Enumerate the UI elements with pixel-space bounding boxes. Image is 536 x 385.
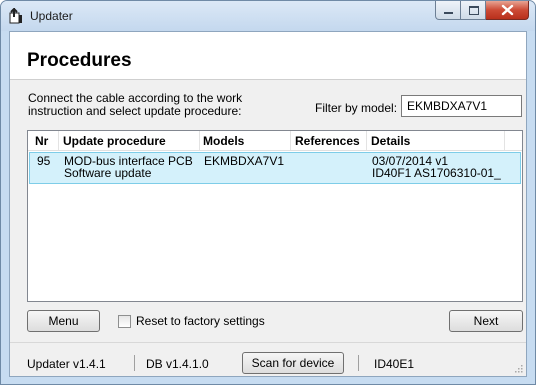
- minimize-button[interactable]: [435, 1, 461, 20]
- list-header: Nr Update procedure Models References De…: [28, 131, 522, 151]
- cell-procedure-line-2: Software update: [64, 166, 152, 180]
- column-separator[interactable]: [366, 131, 367, 150]
- procedures-list[interactable]: Nr Update procedure Models References De…: [27, 130, 523, 302]
- maximize-button[interactable]: [461, 1, 486, 20]
- reset-factory-checkbox[interactable]: [118, 315, 131, 328]
- cell-procedure: MOD-bus interface PCB Software update: [64, 155, 193, 179]
- db-version: DB v1.4.1.0: [146, 357, 209, 371]
- next-button[interactable]: Next: [449, 310, 523, 332]
- cell-details: 03/07/2014 v1 ID40F1 AS1706310-01_: [372, 155, 501, 179]
- menu-button[interactable]: Menu: [27, 310, 100, 332]
- column-separator[interactable]: [199, 131, 200, 150]
- status-divider: [10, 342, 526, 343]
- scan-for-device-button[interactable]: Scan for device: [242, 352, 344, 374]
- column-header-models[interactable]: Models: [203, 134, 244, 148]
- title-bar[interactable]: Updater: [1, 1, 535, 31]
- filter-label: Filter by model:: [315, 101, 398, 115]
- cell-details-line-2: ID40F1 AS1706310-01_: [372, 166, 501, 180]
- resize-grip-icon[interactable]: [513, 363, 523, 373]
- status-separator: [134, 355, 135, 371]
- client-area: Procedures Connect the cable according t…: [9, 31, 527, 377]
- header-band: Procedures: [10, 32, 526, 80]
- cell-nr: 95: [37, 154, 51, 168]
- column-separator[interactable]: [58, 131, 59, 150]
- column-header-references[interactable]: References: [295, 134, 360, 148]
- updater-window: Updater Procedures Connect the cable acc…: [0, 0, 536, 385]
- maximize-icon: [469, 6, 479, 15]
- body-area: Connect the cable according to the work …: [10, 80, 526, 376]
- updater-app-icon: [9, 8, 22, 24]
- cell-models: EKMBDXA7V1: [204, 154, 285, 168]
- instruction-text: Connect the cable according to the work …: [28, 92, 298, 118]
- page-title: Procedures: [27, 50, 132, 71]
- close-button[interactable]: [486, 1, 529, 20]
- table-row[interactable]: 95 MOD-bus interface PCB Software update…: [29, 152, 521, 184]
- device-id: ID40E1: [374, 357, 415, 371]
- updater-version: Updater v1.4.1: [27, 357, 106, 371]
- minimize-icon: [444, 12, 453, 14]
- column-separator[interactable]: [290, 131, 291, 150]
- reset-factory-label[interactable]: Reset to factory settings: [136, 314, 265, 328]
- instruction-line-2: instruction and select update procedure:: [28, 104, 242, 118]
- column-header-nr[interactable]: Nr: [35, 134, 48, 148]
- window-title: Updater: [30, 9, 73, 23]
- filter-model-input[interactable]: [401, 95, 522, 117]
- column-header-details[interactable]: Details: [371, 134, 410, 148]
- caption-buttons: [435, 1, 529, 21]
- column-header-procedure[interactable]: Update procedure: [63, 134, 166, 148]
- close-icon: [501, 4, 514, 16]
- status-separator: [358, 355, 359, 371]
- column-separator[interactable]: [504, 131, 505, 150]
